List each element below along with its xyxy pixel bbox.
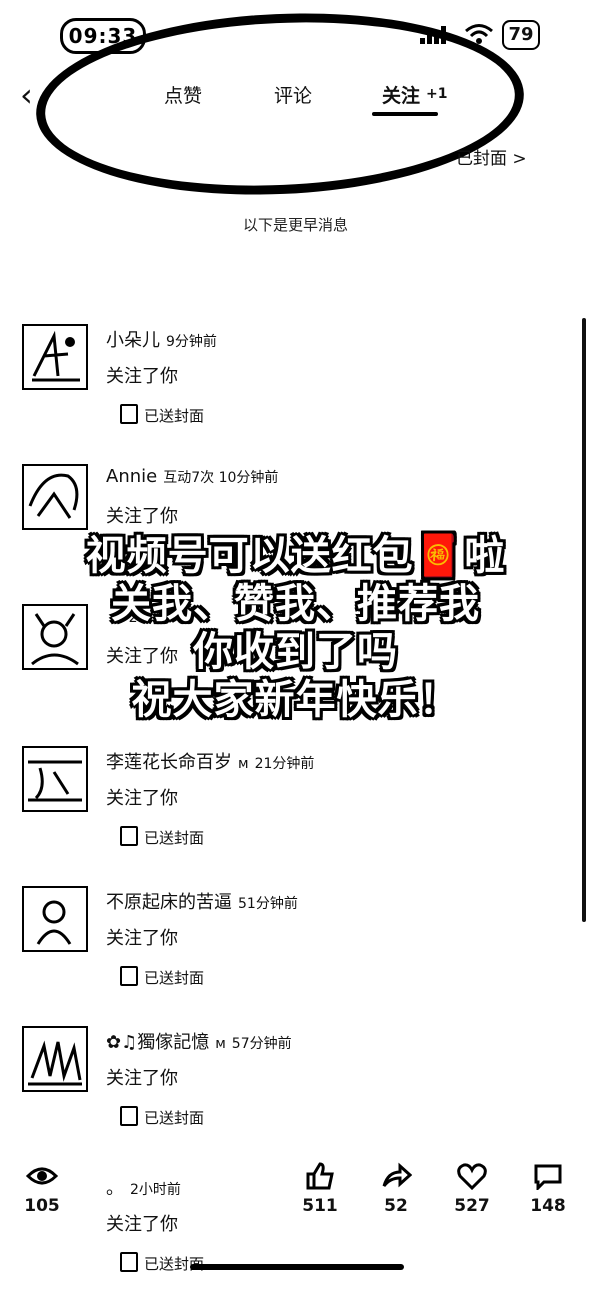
- user-name[interactable]: 。: [106, 1178, 124, 1199]
- avatar[interactable]: [22, 464, 88, 530]
- video-caption-overlay: 视频号可以送红包🧧啦 关我、赞我、推荐我 你收到了吗 祝大家新年快乐！: [0, 532, 591, 724]
- caption-line: 祝大家新年快乐！: [131, 677, 460, 723]
- shares-count: 52: [384, 1196, 408, 1216]
- item-action: 关注了你: [106, 1214, 178, 1235]
- user-name[interactable]: 李莲花长命百岁: [106, 752, 232, 773]
- item-meta: 9分钟前: [166, 334, 217, 350]
- sent-cover-status: 已送封面: [120, 826, 204, 848]
- sent-label: 已送封面: [144, 969, 205, 987]
- eye-icon: [26, 1167, 58, 1185]
- vip-icon: ᴍ: [215, 1036, 226, 1052]
- item-meta: 57分钟前: [231, 1036, 292, 1052]
- sent-cover-status: 已送封面: [120, 1252, 204, 1274]
- user-name[interactable]: ✿♫獨傢記憶: [106, 1032, 209, 1053]
- share-icon: [382, 1162, 412, 1188]
- list-item[interactable]: ✿♫獨傢記憶 ᴍ 57分钟前 关注了你 已送封面: [0, 1026, 580, 1166]
- tab-follows-badge: +1: [426, 86, 448, 102]
- avatar[interactable]: [22, 1026, 88, 1092]
- tab-active-underline: [372, 112, 438, 116]
- item-action: 关注了你: [106, 928, 178, 949]
- caption-line: 视频号可以送红包🧧啦: [85, 533, 506, 579]
- item-action: 关注了你: [106, 788, 178, 809]
- tab-follows[interactable]: 关注: [382, 82, 420, 110]
- item-meta: 互动7次 10分钟前: [163, 470, 279, 486]
- list-item[interactable]: 李莲花长命百岁 ᴍ 21分钟前 关注了你 已送封面: [0, 746, 580, 886]
- list-item[interactable]: 小朵儿 9分钟前 关注了你 已送封面: [0, 324, 580, 464]
- sent-cover-status: 已送封面: [120, 404, 204, 426]
- cover-icon: [120, 966, 138, 986]
- favorites-count: 527: [454, 1196, 490, 1216]
- likes-stat[interactable]: 511: [290, 1162, 350, 1216]
- home-indicator[interactable]: [190, 1264, 404, 1270]
- shares-stat[interactable]: 52: [366, 1162, 426, 1216]
- comments-count: 148: [530, 1196, 566, 1216]
- earlier-messages-divider: 以下是更早消息: [242, 216, 348, 234]
- cover-link[interactable]: 已封面 >: [456, 144, 527, 169]
- heart-icon: [457, 1163, 487, 1190]
- views-count: 105: [24, 1196, 60, 1216]
- sent-cover-status: 已送封面: [120, 966, 204, 988]
- item-action: 关注了你: [106, 1068, 178, 1089]
- avatar[interactable]: [22, 746, 88, 812]
- cover-icon: [120, 1252, 138, 1272]
- item-action: 关注了你: [106, 366, 178, 387]
- item-meta: 2小时前: [130, 1182, 181, 1198]
- cover-icon: [120, 1106, 138, 1126]
- sent-label: 已送封面: [144, 407, 205, 425]
- avatar[interactable]: [22, 324, 88, 390]
- sent-label: 已送封面: [144, 829, 205, 847]
- comments-stat[interactable]: 148: [518, 1162, 578, 1216]
- vip-icon: ᴍ: [238, 756, 249, 772]
- thumbs-up-icon: [306, 1162, 334, 1190]
- favorites-stat[interactable]: 527: [442, 1162, 502, 1216]
- user-name[interactable]: Annie: [106, 466, 157, 487]
- likes-count: 511: [302, 1196, 338, 1216]
- battery-indicator: 79: [502, 20, 540, 50]
- item-action: 关注了你: [106, 506, 178, 527]
- list-item[interactable]: 不原起床的苦逼 51分钟前 关注了你 已送封面: [0, 886, 580, 1026]
- caption-line: 你收到了吗: [193, 629, 398, 675]
- caption-line: 关我、赞我、推荐我: [111, 581, 480, 627]
- user-name[interactable]: 不原起床的苦逼: [106, 892, 232, 913]
- user-name[interactable]: 小朵儿: [106, 330, 160, 351]
- item-meta: 51分钟前: [238, 896, 298, 912]
- tab-comments[interactable]: 评论: [274, 82, 312, 110]
- views-stat[interactable]: 105: [12, 1162, 72, 1216]
- sent-label: 已送封面: [144, 1109, 205, 1127]
- item-meta: 21分钟前: [254, 756, 315, 772]
- cover-icon: [120, 826, 138, 846]
- avatar[interactable]: [22, 886, 88, 952]
- sent-cover-status: 已送封面: [120, 1106, 204, 1128]
- comment-icon: [534, 1164, 562, 1190]
- tab-likes[interactable]: 点赞: [164, 82, 202, 110]
- cover-icon: [120, 404, 138, 424]
